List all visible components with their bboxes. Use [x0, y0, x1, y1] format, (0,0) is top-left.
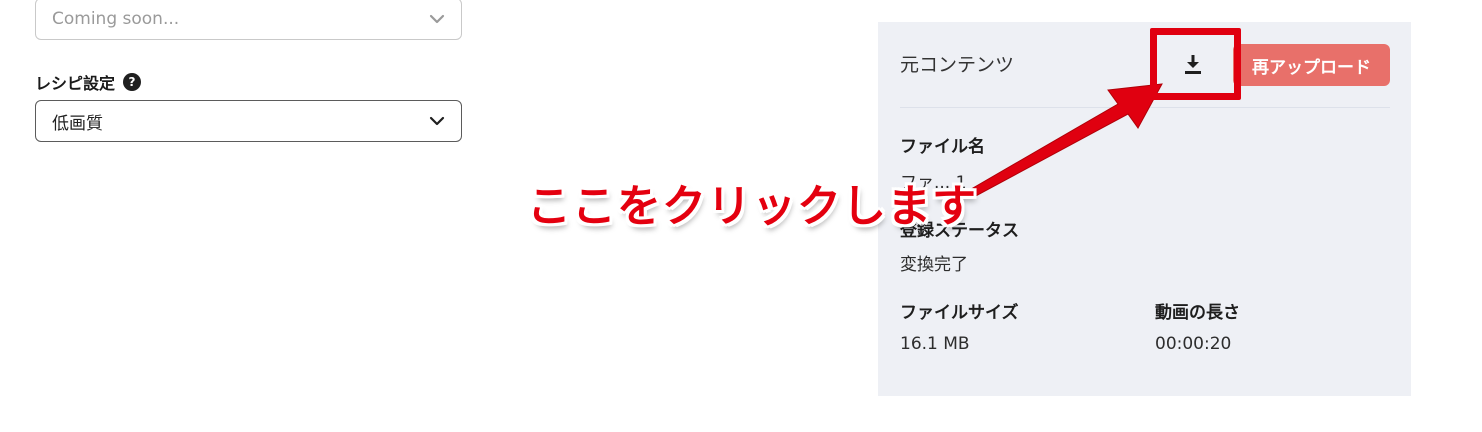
annotation-callout: ここをクリックします	[527, 181, 977, 232]
download-highlight-box	[1150, 28, 1241, 100]
page: Coming soon... レシピ設定 ? 低画質 元コンテンツ 再アップロー…	[0, 0, 1482, 432]
